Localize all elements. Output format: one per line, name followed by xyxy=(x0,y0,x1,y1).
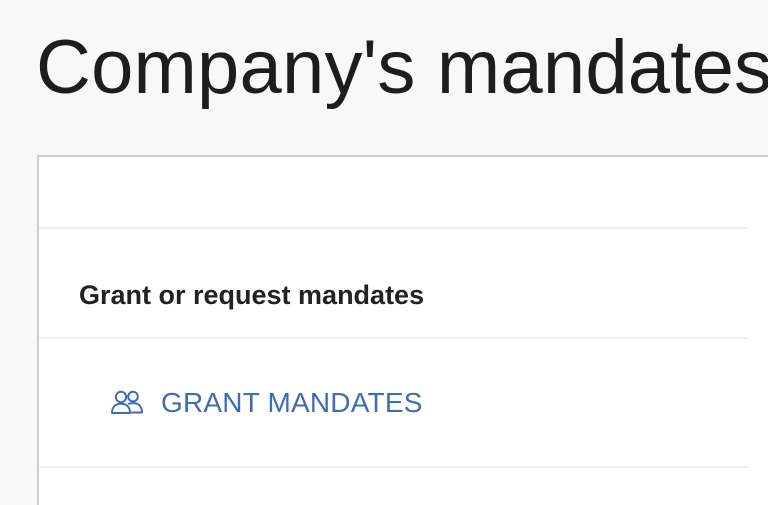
panel-top-divider xyxy=(39,227,748,229)
grant-mandates-button[interactable]: GRANT MANDATES xyxy=(109,386,423,420)
grant-or-request-heading: Grant or request mandates xyxy=(79,280,425,310)
page-title: Company's mandates xyxy=(36,25,768,110)
heading-divider xyxy=(39,337,748,339)
mandates-panel: Grant or request mandates GRANT MANDATES xyxy=(37,155,768,505)
action-divider xyxy=(39,466,748,468)
users-icon xyxy=(109,388,145,418)
grant-mandates-label: GRANT MANDATES xyxy=(161,387,423,418)
